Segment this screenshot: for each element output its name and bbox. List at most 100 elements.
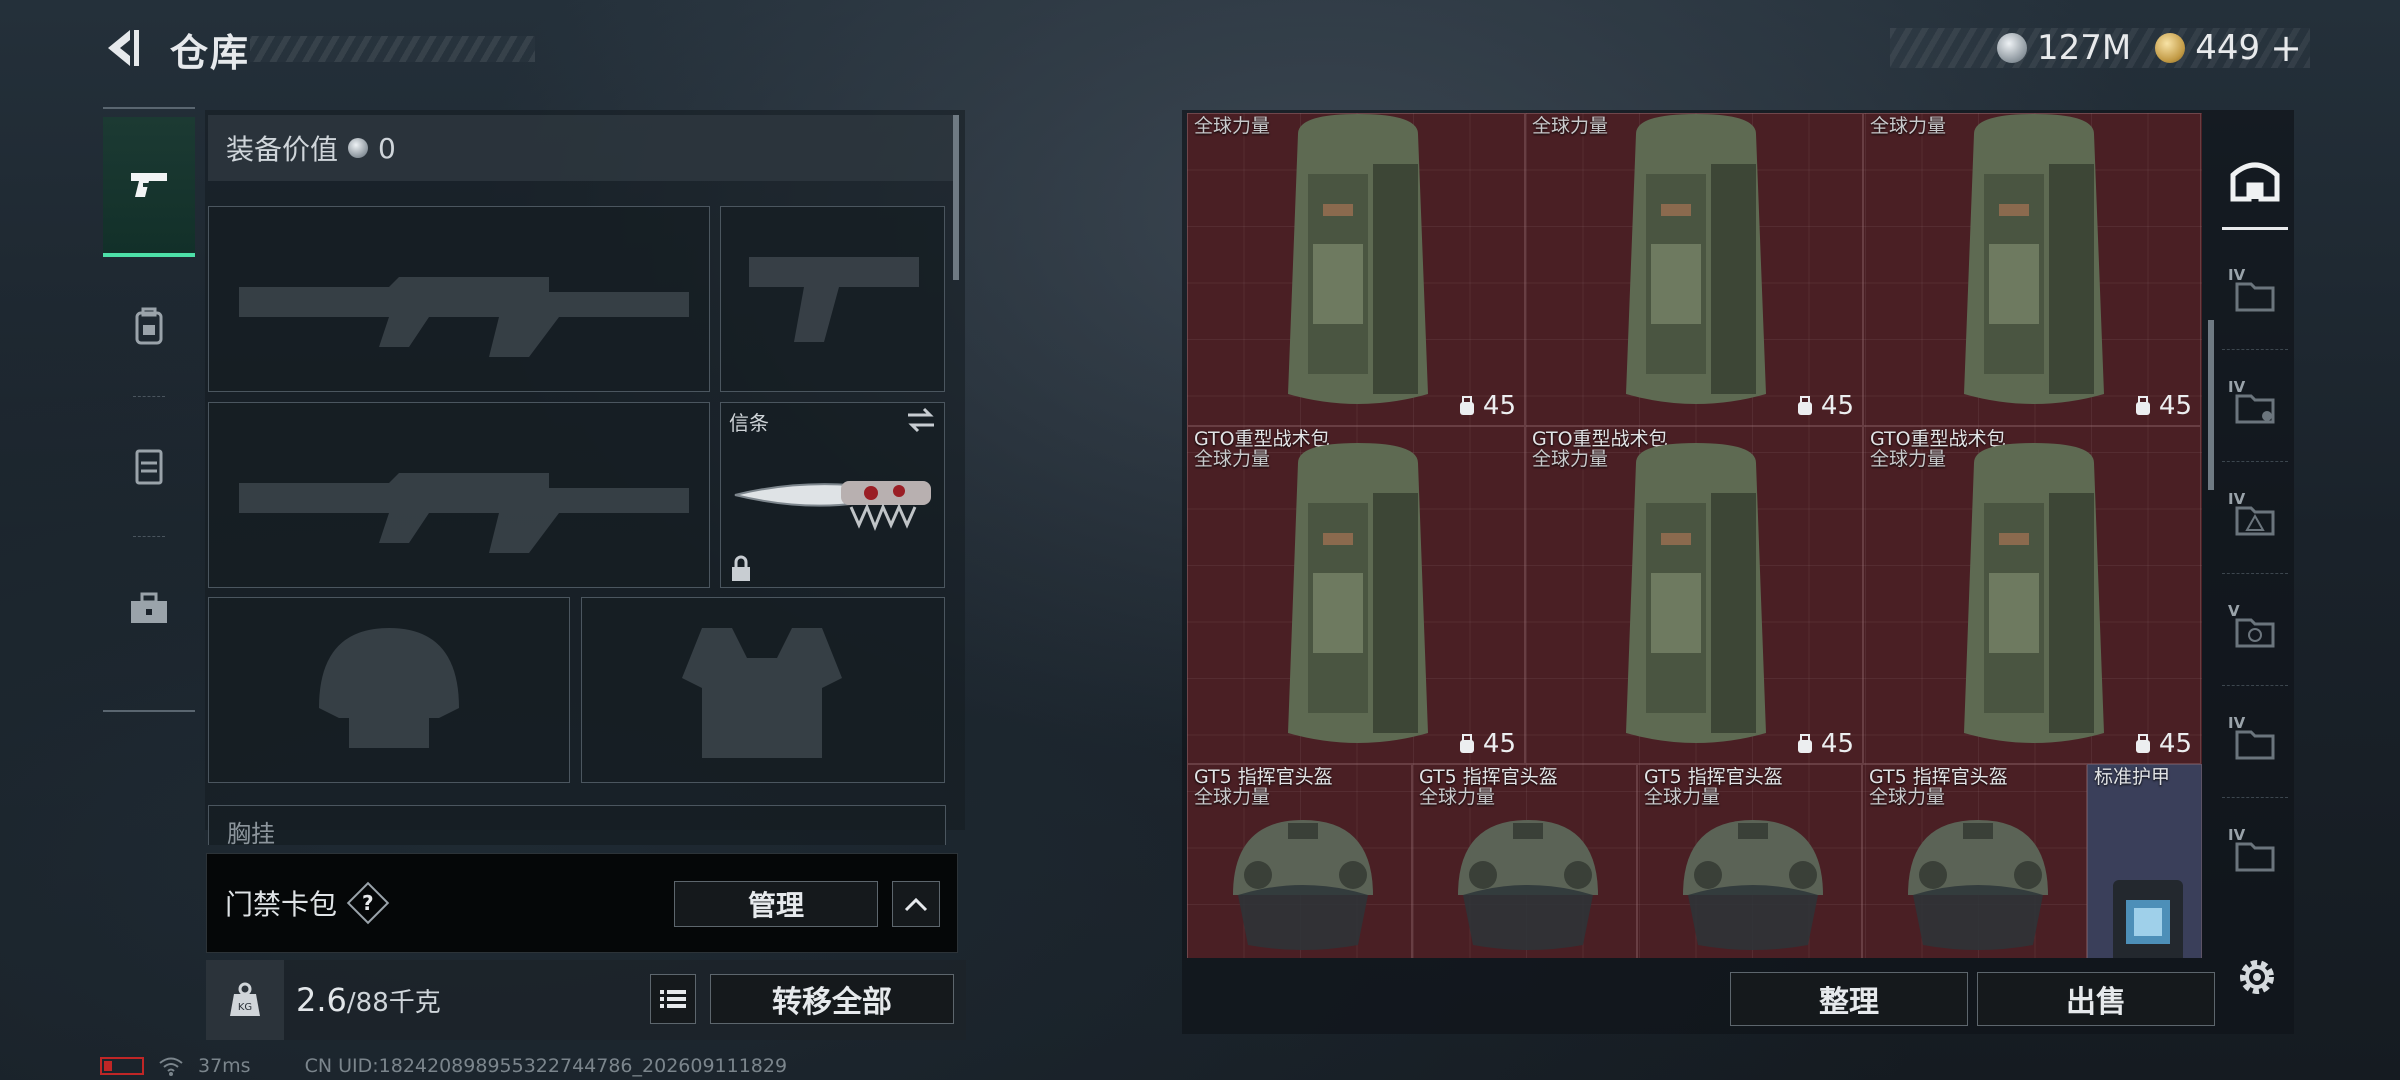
item-owner: 全球力量: [1870, 448, 1947, 470]
backpack-item-icon: [1626, 443, 1766, 743]
helmet-slot[interactable]: [208, 597, 570, 783]
equipment-value-label: 装备价值: [226, 133, 339, 166]
list-icon: [660, 990, 686, 1008]
chest-rig-label: 胸挂: [227, 820, 275, 845]
item-name: GT5 指挥官头盔: [1419, 766, 1558, 788]
vest-icon: [135, 449, 163, 485]
loadout-scrollbar[interactable]: [953, 115, 959, 280]
capacity-icon: [1797, 396, 1812, 415]
stash-tab-1[interactable]: IV: [2222, 238, 2288, 350]
melee-slot[interactable]: 信条: [720, 402, 945, 588]
vest-silhouette-icon: [682, 628, 842, 758]
weight-icon: KG: [230, 982, 260, 1016]
item-capacity: 45: [1795, 391, 1854, 421]
backpack-item-icon: [1288, 443, 1428, 743]
melee-label: 信条: [729, 411, 769, 435]
gold-amount: 449: [2195, 28, 2261, 68]
stash-item-armor[interactable]: 标准护甲: [2087, 764, 2202, 958]
stash-tab-5[interactable]: IV: [2222, 686, 2288, 798]
stash-item-backpack[interactable]: GTO重型战术包 全球力量 45: [1525, 426, 1863, 764]
access-card-label: 门禁卡包: [225, 888, 338, 921]
rail-item-vest[interactable]: [103, 397, 195, 537]
stash-scrollbar[interactable]: [2208, 320, 2214, 490]
chest-rig-slot[interactable]: 胸挂: [208, 805, 946, 845]
toolbox-icon: [131, 592, 167, 623]
tab-level-label: V: [2228, 602, 2240, 620]
item-owner: 全球力量: [1194, 448, 1271, 470]
tab-level-label: IV: [2228, 490, 2246, 508]
capacity-icon: [1459, 396, 1474, 415]
rail-item-weapons[interactable]: [103, 117, 195, 257]
rail-item-backpack[interactable]: [103, 257, 195, 397]
sort-button[interactable]: 整理: [1730, 972, 1968, 1026]
sell-button[interactable]: 出售: [1977, 972, 2215, 1026]
stash-item-helmet[interactable]: GT5 指挥官头盔 全球力量: [1637, 764, 1862, 958]
stash-item-helmet[interactable]: GT5 指挥官头盔 全球力量: [1187, 764, 1412, 958]
stash-item-helmet[interactable]: GT5 指挥官头盔 全球力量: [1412, 764, 1637, 958]
helmet-item-icon: [1458, 820, 1598, 950]
stash-item-backpack[interactable]: 全球力量 45: [1187, 113, 1525, 426]
weight-capacity: /88千克: [346, 988, 441, 1018]
rifle-silhouette-icon: [239, 473, 689, 553]
list-view-button[interactable]: [650, 974, 696, 1024]
chevron-up-icon: [904, 897, 928, 912]
gear-icon: [2240, 960, 2274, 994]
armor-item-icon: [2113, 880, 2183, 958]
svg-text:KG: KG: [238, 1002, 252, 1013]
item-owner: 全球力量: [1194, 115, 1271, 137]
backpack-item-icon: [1964, 114, 2104, 404]
access-card-panel: 门禁卡包 ? 管理: [206, 853, 958, 953]
stash-item-backpack[interactable]: GTO重型战术包 全球力量 45: [1187, 426, 1525, 764]
primary-weapon-slot[interactable]: [208, 206, 710, 392]
stash-tab-4[interactable]: V: [2222, 574, 2288, 686]
helmet-item-icon: [1233, 820, 1373, 950]
rail-item-toolbox[interactable]: [103, 539, 195, 679]
back-button[interactable]: [100, 24, 148, 72]
stash-tab-3[interactable]: IV: [2222, 462, 2288, 574]
pistol-slot[interactable]: [720, 206, 945, 392]
weight-icon-box: KG: [206, 960, 284, 1040]
helmet-silhouette-icon: [319, 628, 459, 748]
backpack-item-icon: [1288, 114, 1428, 404]
backpack-icon: [135, 307, 163, 345]
help-button[interactable]: ?: [346, 881, 390, 925]
pistol-icon: [131, 173, 167, 197]
equipment-value-amount: 0: [378, 131, 396, 165]
wifi-icon: [159, 1057, 183, 1076]
capacity-icon: [1459, 734, 1474, 753]
item-owner: 全球力量: [1532, 448, 1609, 470]
gold-currency[interactable]: 449 +: [2155, 26, 2302, 70]
stash-tab-rail: IV IV IV V IV IV: [2222, 130, 2288, 930]
item-capacity: 45: [1457, 729, 1516, 759]
stash-item-backpack[interactable]: 全球力量 45: [1863, 113, 2201, 426]
stash-tab-6[interactable]: IV: [2222, 798, 2288, 910]
item-name: 标准护甲: [2094, 766, 2171, 788]
stash-item-helmet[interactable]: GT5 指挥官头盔 全球力量: [1862, 764, 2087, 958]
page-title: 仓库: [170, 31, 251, 75]
pistol-silhouette-icon: [749, 257, 919, 342]
help-icon: ?: [362, 890, 374, 915]
manage-button[interactable]: 管理: [674, 881, 878, 927]
item-capacity: 45: [1795, 729, 1854, 759]
armor-slot[interactable]: [581, 597, 945, 783]
currency-bar: 127M 449 +: [1890, 26, 2310, 70]
add-gold-button[interactable]: +: [2270, 26, 2302, 70]
item-name: GT5 指挥官头盔: [1869, 766, 2008, 788]
tab-level-label: IV: [2228, 714, 2246, 732]
helmet-item-icon: [1683, 820, 1823, 950]
transfer-all-button[interactable]: 转移全部: [710, 974, 954, 1024]
stash-tab-2[interactable]: IV: [2222, 350, 2288, 462]
weight-current: 2.6: [296, 981, 347, 1019]
stash-item-backpack[interactable]: GTO重型战术包 全球力量 45: [1863, 426, 2201, 764]
collapse-button[interactable]: [892, 881, 940, 927]
silver-coin-icon: [1997, 33, 2028, 63]
stash-grid: 全球力量 45 全球力量 45 全球力量 45 GTO重型战术包 全球力量 45…: [1187, 113, 2202, 958]
swap-icon[interactable]: [906, 407, 936, 433]
stash-item-backpack[interactable]: 全球力量 45: [1525, 113, 1863, 426]
item-owner: 全球力量: [1532, 115, 1609, 137]
tab-all-items[interactable]: [2222, 130, 2288, 230]
secondary-weapon-slot[interactable]: [208, 402, 710, 588]
tab-level-label: IV: [2228, 826, 2246, 844]
settings-button[interactable]: [2232, 952, 2282, 1002]
uid-text: CN UID:18242089895532274478​6_2026091118…: [304, 1055, 788, 1077]
